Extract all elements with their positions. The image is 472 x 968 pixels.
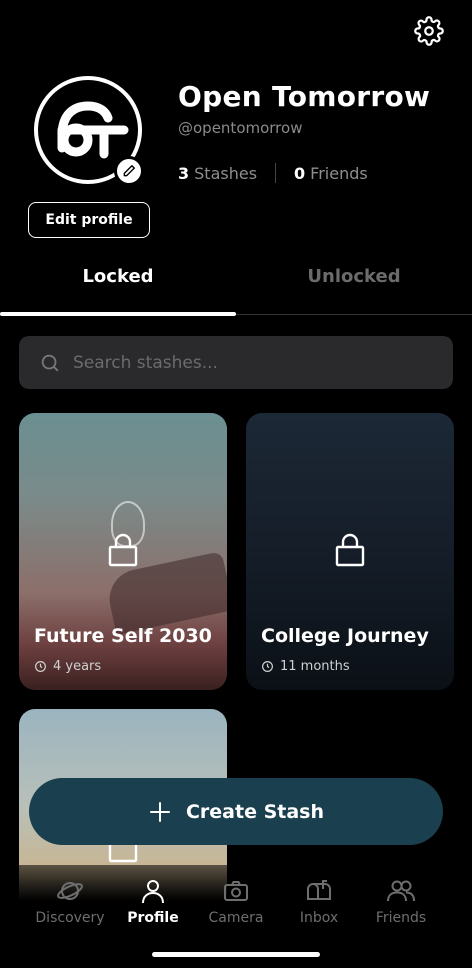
stashes-count: 3 — [178, 163, 190, 183]
home-indicator — [152, 952, 320, 957]
edit-avatar-badge[interactable] — [114, 156, 144, 186]
lock-icon — [108, 533, 138, 567]
profile-handle: @opentomorrow — [178, 119, 303, 137]
nav-label: Profile — [127, 910, 179, 926]
plus-icon — [149, 801, 170, 822]
settings-button[interactable] — [414, 16, 444, 46]
stash-duration: 11 months — [261, 659, 350, 674]
stash-card[interactable]: Future Self 2030 4 years — [19, 413, 227, 690]
tab-locked[interactable]: Locked — [0, 266, 236, 287]
stash-duration: 4 years — [34, 659, 101, 674]
stashes-stat[interactable]: 3 Stashes — [178, 164, 257, 183]
tab-unlocked[interactable]: Unlocked — [236, 266, 472, 287]
stash-title: Future Self 2030 — [34, 625, 212, 647]
camera-icon — [224, 881, 248, 901]
stashes-label: Stashes — [194, 163, 258, 183]
clock-icon — [262, 661, 273, 672]
friends-stat[interactable]: 0 Friends — [294, 164, 368, 183]
nav-label: Inbox — [299, 910, 339, 926]
create-stash-label: Create Stash — [185, 800, 325, 823]
friends-count: 0 — [294, 163, 306, 183]
search-icon — [41, 354, 59, 371]
nav-label: Camera — [208, 910, 264, 926]
stash-tabs: Locked Unlocked — [0, 266, 472, 318]
nav-inbox[interactable]: Inbox — [274, 877, 364, 926]
nav-discovery[interactable]: Discovery — [25, 877, 115, 926]
person-icon — [142, 880, 164, 904]
tab-active-indicator — [0, 312, 236, 316]
friends-label: Friends — [310, 163, 368, 183]
search-placeholder: Search stashes... — [73, 352, 218, 373]
create-stash-button[interactable]: Create Stash — [29, 778, 443, 845]
stash-title: College Journey — [261, 625, 429, 647]
profile-stats: 3 Stashes 0 Friends — [178, 163, 368, 183]
avatar[interactable] — [34, 76, 144, 186]
stats-divider — [275, 163, 277, 183]
profile-name: Open Tomorrow — [178, 80, 431, 113]
planet-icon — [57, 882, 83, 900]
nav-label: Friends — [375, 910, 427, 926]
nav-friends[interactable]: Friends — [356, 877, 446, 926]
stash-duration-text: 4 years — [53, 659, 102, 674]
nav-profile[interactable]: Profile — [108, 877, 198, 926]
clock-icon — [35, 661, 46, 672]
search-input[interactable]: Search stashes... — [19, 336, 453, 389]
pencil-icon — [123, 165, 135, 177]
stash-duration-text: 11 months — [280, 659, 350, 674]
nav-label: Discovery — [35, 910, 105, 926]
lock-icon — [335, 533, 365, 567]
mailbox-icon — [307, 880, 331, 900]
stash-card[interactable]: College Journey 11 months — [246, 413, 454, 690]
edit-profile-button[interactable]: Edit profile — [28, 202, 150, 238]
gear-icon — [414, 16, 444, 46]
nav-camera[interactable]: Camera — [191, 877, 281, 926]
people-icon — [387, 880, 415, 902]
